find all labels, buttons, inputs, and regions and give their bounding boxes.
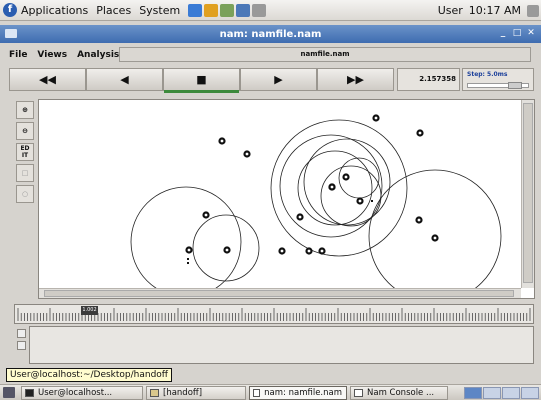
window-titlebar[interactable]: nam: namfile.nam _ □ ✕ bbox=[0, 25, 541, 43]
edit-icon[interactable]: ED IT bbox=[16, 143, 34, 161]
step-label: Step: 5.0ms bbox=[467, 71, 508, 78]
time-display: 2.157358 bbox=[397, 68, 460, 91]
step-slider-thumb[interactable] bbox=[508, 82, 522, 89]
folder-icon bbox=[150, 388, 159, 397]
stop-button[interactable]: ■ bbox=[163, 68, 240, 93]
side-toolbar: ⊕ ⊖ ED IT □ ○ bbox=[14, 99, 36, 289]
square-icon[interactable]: □ bbox=[16, 164, 34, 182]
network-node bbox=[243, 150, 251, 158]
network-node bbox=[202, 211, 210, 219]
animation-canvas-frame bbox=[38, 99, 535, 299]
menu-file[interactable]: File bbox=[9, 50, 27, 60]
network-node bbox=[416, 129, 424, 137]
task-label: User@localhost... bbox=[38, 387, 113, 398]
taskbar-tooltip: User@localhost:~/Desktop/handoff bbox=[6, 368, 173, 382]
office-launcher-icon[interactable] bbox=[236, 3, 251, 17]
menu-analysis[interactable]: Analysis bbox=[77, 50, 119, 60]
network-node bbox=[223, 246, 231, 254]
minimize-button[interactable]: _ bbox=[497, 27, 509, 40]
packet bbox=[187, 258, 189, 260]
clock[interactable]: 10:17 AM bbox=[469, 4, 521, 17]
close-button[interactable]: ✕ bbox=[525, 27, 537, 40]
workspace-2[interactable] bbox=[483, 387, 501, 399]
rewind-button[interactable]: ◀ bbox=[86, 68, 163, 91]
animation-canvas[interactable] bbox=[39, 100, 521, 288]
fast-rewind-button[interactable]: ◀◀ bbox=[9, 68, 86, 91]
system-menu[interactable]: System bbox=[139, 4, 180, 17]
filename-label: namfile.nam bbox=[119, 47, 531, 62]
timeline-slider[interactable]: 1.002 bbox=[14, 304, 534, 324]
fedora-logo-icon[interactable]: f bbox=[3, 3, 17, 17]
range-circle bbox=[130, 186, 242, 288]
volume-icon[interactable] bbox=[527, 4, 539, 17]
network-node bbox=[328, 183, 336, 191]
network-node bbox=[318, 247, 326, 255]
packet bbox=[187, 262, 189, 264]
network-node bbox=[278, 247, 286, 255]
vertical-scroll-thumb[interactable] bbox=[523, 103, 533, 283]
network-node bbox=[218, 137, 226, 145]
range-circle bbox=[368, 169, 502, 288]
horizontal-scroll-thumb[interactable] bbox=[44, 290, 514, 297]
annotation-remove-icon[interactable] bbox=[16, 341, 26, 350]
network-node bbox=[185, 246, 193, 254]
files-launcher-icon[interactable] bbox=[220, 3, 235, 17]
show-desktop-icon[interactable] bbox=[3, 387, 15, 398]
play-button[interactable]: ▶ bbox=[240, 68, 317, 91]
browser-launcher-icon[interactable] bbox=[188, 3, 203, 17]
bottom-taskbar: User@localhost... [handoff] nam: namfile… bbox=[0, 384, 541, 400]
annotation-add-icon[interactable] bbox=[16, 329, 26, 338]
task-nam-console[interactable]: Nam Console ... bbox=[350, 385, 448, 400]
mail-launcher-icon[interactable] bbox=[204, 3, 219, 17]
task-nam[interactable]: nam: namfile.nam bbox=[249, 385, 347, 400]
annotation-panel bbox=[14, 326, 534, 366]
workspace-4[interactable] bbox=[521, 387, 539, 399]
network-node bbox=[431, 234, 439, 242]
range-circle bbox=[270, 119, 408, 257]
user-name[interactable]: User bbox=[438, 4, 463, 17]
task-label: [handoff] bbox=[163, 387, 203, 398]
window-menu-icon[interactable] bbox=[5, 29, 17, 38]
task-label: Nam Console ... bbox=[367, 387, 435, 398]
window-icon bbox=[253, 388, 261, 397]
workspace-1[interactable] bbox=[464, 387, 482, 399]
vertical-scrollbar[interactable] bbox=[521, 100, 534, 288]
network-node bbox=[372, 114, 380, 122]
menu-views[interactable]: Views bbox=[37, 50, 67, 60]
network-node bbox=[296, 213, 304, 221]
network-node bbox=[415, 216, 423, 224]
network-node bbox=[305, 247, 313, 255]
packet bbox=[371, 200, 373, 202]
annotation-list[interactable] bbox=[29, 326, 534, 364]
applications-menu[interactable]: Applications bbox=[21, 4, 88, 17]
annotation-tools bbox=[14, 326, 28, 366]
workspace-3[interactable] bbox=[502, 387, 520, 399]
window-title: nam: namfile.nam bbox=[219, 28, 322, 40]
terminal-launcher-icon[interactable] bbox=[252, 3, 267, 17]
places-menu[interactable]: Places bbox=[96, 4, 131, 17]
timeline-marker[interactable]: 1.002 bbox=[81, 306, 98, 315]
horizontal-scrollbar[interactable] bbox=[39, 288, 521, 298]
zoom-out-icon[interactable]: ⊖ bbox=[16, 122, 34, 140]
top-panel: f Applications Places System User 10:17 … bbox=[0, 0, 541, 21]
terminal-icon bbox=[25, 388, 34, 397]
window-icon bbox=[354, 388, 363, 397]
task-terminal[interactable]: User@localhost... bbox=[21, 385, 143, 400]
task-label: nam: namfile.nam bbox=[264, 387, 342, 398]
task-handoff[interactable]: [handoff] bbox=[146, 385, 246, 400]
playback-toolbar: ◀◀ ◀ ■ ▶ ▶▶ 2.157358 Step: 5.0ms bbox=[9, 68, 534, 94]
network-node bbox=[342, 173, 350, 181]
circle-icon[interactable]: ○ bbox=[16, 185, 34, 203]
menubar: File Views Analysis namfile.nam bbox=[9, 47, 534, 63]
workspace-switcher[interactable] bbox=[463, 387, 539, 399]
network-node bbox=[356, 197, 364, 205]
step-control[interactable]: Step: 5.0ms bbox=[462, 68, 534, 91]
zoom-in-icon[interactable]: ⊕ bbox=[16, 101, 34, 119]
maximize-button[interactable]: □ bbox=[511, 27, 523, 40]
fast-forward-button[interactable]: ▶▶ bbox=[317, 68, 394, 91]
